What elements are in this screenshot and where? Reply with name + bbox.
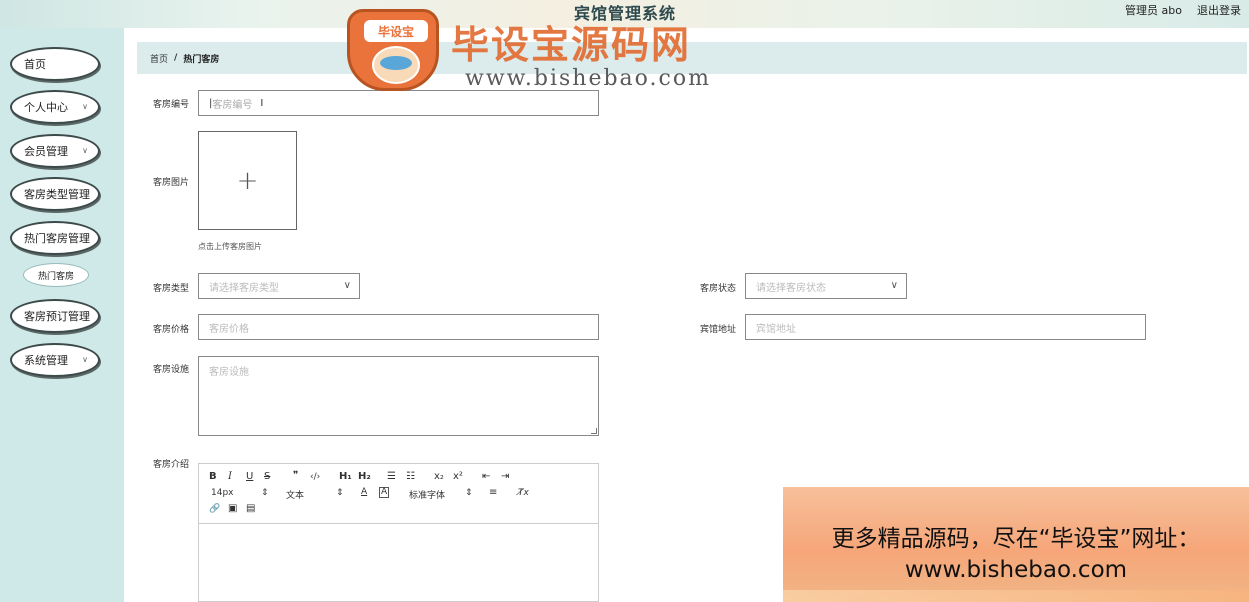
room-intro-label: 客房介绍 xyxy=(153,460,190,470)
sidebar-item-label: 客房类型管理 xyxy=(24,188,90,201)
room-facilities-textarea[interactable]: 客房设施 xyxy=(198,356,599,436)
hotel-address-input[interactable]: 宾馆地址 xyxy=(745,314,1146,340)
sidebar-item-label: 系统管理 xyxy=(24,354,68,367)
plus-icon: + xyxy=(236,165,259,196)
strike-button[interactable]: S xyxy=(264,471,270,482)
promo-decoration xyxy=(783,590,1249,602)
sidebar: 首页 个人中心 ∨ 会员管理 ∨ 客房类型管理 热门客房管理 热门客房 客房预订… xyxy=(0,28,124,602)
updown-icon: ⇕ xyxy=(336,488,344,498)
sidebar-item-members[interactable]: 会员管理 ∨ xyxy=(10,134,100,168)
clear-format-icon[interactable]: T̸x xyxy=(518,488,529,498)
h1-button[interactable]: H₁ xyxy=(339,471,352,482)
subscript-button[interactable]: x₂ xyxy=(434,471,444,482)
quote-icon[interactable]: ❞ xyxy=(293,470,298,481)
sidebar-subitem-label: 热门客房 xyxy=(37,271,74,282)
room-status-label: 客房状态 xyxy=(700,284,737,294)
logout-link[interactable]: 退出登录 xyxy=(1197,2,1241,18)
room-image-label: 客房图片 xyxy=(153,178,190,188)
sidebar-item-label: 会员管理 xyxy=(24,145,68,158)
top-header: 宾馆管理系统 管理员 abo 退出登录 xyxy=(0,0,1249,28)
image-upload-box[interactable]: + xyxy=(198,131,297,230)
sidebar-item-label: 客房预订管理 xyxy=(24,310,90,323)
updown-icon: ⇕ xyxy=(261,488,269,498)
room-status-select[interactable]: 请选择客房状态 ∨ xyxy=(745,273,907,299)
room-type-select[interactable]: 请选择客房类型 ∨ xyxy=(198,273,360,299)
room-facilities-placeholder: 客房设施 xyxy=(209,367,249,378)
editor-toolbar: B I U S ❞ ‹/› H₁ H₂ ☰ ☷ x₂ x² ⇤ ⇥ 14px ⇕… xyxy=(199,464,598,524)
chevron-down-icon: ∨ xyxy=(82,102,88,111)
outdent-icon[interactable]: ⇤ xyxy=(482,471,490,482)
promo-text: 更多精品源码，尽在“毕设宝”网址： xyxy=(831,526,1201,552)
promo-banner: 更多精品源码，尽在“毕设宝”网址： www.bishebao.com xyxy=(783,487,1249,602)
room-type-placeholder: 请选择客房类型 xyxy=(209,282,279,294)
chevron-down-icon: ∨ xyxy=(890,280,898,291)
sidebar-item-label: 个人中心 xyxy=(24,101,68,114)
superscript-button[interactable]: x² xyxy=(453,471,463,482)
underline-button[interactable]: U xyxy=(246,471,253,482)
sidebar-item-system[interactable]: 系统管理 ∨ xyxy=(10,343,100,377)
sidebar-item-profile[interactable]: 个人中心 ∨ xyxy=(10,90,100,124)
room-price-label: 客房价格 xyxy=(153,325,190,335)
sidebar-item-home[interactable]: 首页 xyxy=(10,47,100,81)
room-facilities-label: 客房设施 xyxy=(153,365,190,375)
hotel-address-label: 宾馆地址 xyxy=(700,325,737,335)
bg-color-icon[interactable]: A xyxy=(379,487,390,498)
link-icon[interactable]: 🔗 xyxy=(209,504,220,514)
breadcrumb-home[interactable]: 首页 xyxy=(150,52,168,65)
room-no-placeholder: 客房编号 xyxy=(212,99,253,111)
indent-icon[interactable]: ⇥ xyxy=(501,471,509,482)
room-no-input[interactable]: | 客房编号 I xyxy=(198,90,599,116)
room-price-placeholder: 客房价格 xyxy=(209,323,249,335)
sidebar-item-label: 热门客房管理 xyxy=(24,232,90,245)
sidebar-item-bookings[interactable]: 客房预订管理 xyxy=(10,299,100,333)
chevron-down-icon: ∨ xyxy=(82,355,88,364)
sidebar-subitem-hot-room[interactable]: 热门客房 xyxy=(23,263,89,287)
h2-button[interactable]: H₂ xyxy=(358,471,371,482)
breadcrumb-separator: / xyxy=(174,53,178,63)
align-icon[interactable]: ≡ xyxy=(489,487,497,498)
bold-button[interactable]: B xyxy=(209,471,217,482)
text-style-select[interactable]: 文本 xyxy=(286,488,304,501)
chevron-down-icon: ∨ xyxy=(343,280,351,291)
room-price-input[interactable]: 客房价格 xyxy=(198,314,599,340)
resize-handle-icon[interactable] xyxy=(591,428,597,434)
sidebar-item-hot-rooms[interactable]: 热门客房管理 xyxy=(10,221,100,255)
font-family-select[interactable]: 标准字体 xyxy=(409,488,445,501)
ordered-list-icon[interactable]: ☰ xyxy=(387,471,396,482)
room-type-label: 客房类型 xyxy=(153,284,190,294)
italic-button[interactable]: I xyxy=(228,471,232,482)
promo-url: www.bishebao.com xyxy=(904,557,1128,583)
font-size-select[interactable]: 14px xyxy=(211,488,234,498)
current-user: 管理员 abo xyxy=(1125,4,1182,17)
editor-content-area[interactable] xyxy=(199,524,598,602)
hotel-address-placeholder: 宾馆地址 xyxy=(756,323,796,335)
updown-icon: ⇕ xyxy=(465,488,473,498)
system-title: 宾馆管理系统 xyxy=(574,4,677,23)
rich-text-editor: B I U S ❞ ‹/› H₁ H₂ ☰ ☷ x₂ x² ⇤ ⇥ 14px ⇕… xyxy=(198,463,599,602)
breadcrumb: 首页 / 热门客房 xyxy=(137,42,1247,74)
upload-hint: 点击上传客房图片 xyxy=(198,242,262,251)
video-icon[interactable]: ▤ xyxy=(246,503,255,514)
sidebar-item-room-types[interactable]: 客房类型管理 xyxy=(10,177,100,211)
image-icon[interactable]: ▣ xyxy=(228,503,237,514)
sidebar-item-label: 首页 xyxy=(24,58,46,71)
room-no-label: 客房编号 xyxy=(153,100,190,110)
room-status-placeholder: 请选择客房状态 xyxy=(756,282,826,294)
code-icon[interactable]: ‹/› xyxy=(310,472,320,482)
font-color-icon[interactable]: A xyxy=(361,487,367,497)
chevron-down-icon: ∨ xyxy=(82,146,88,155)
bullet-list-icon[interactable]: ☷ xyxy=(406,471,415,482)
breadcrumb-current: 热门客房 xyxy=(183,54,220,65)
